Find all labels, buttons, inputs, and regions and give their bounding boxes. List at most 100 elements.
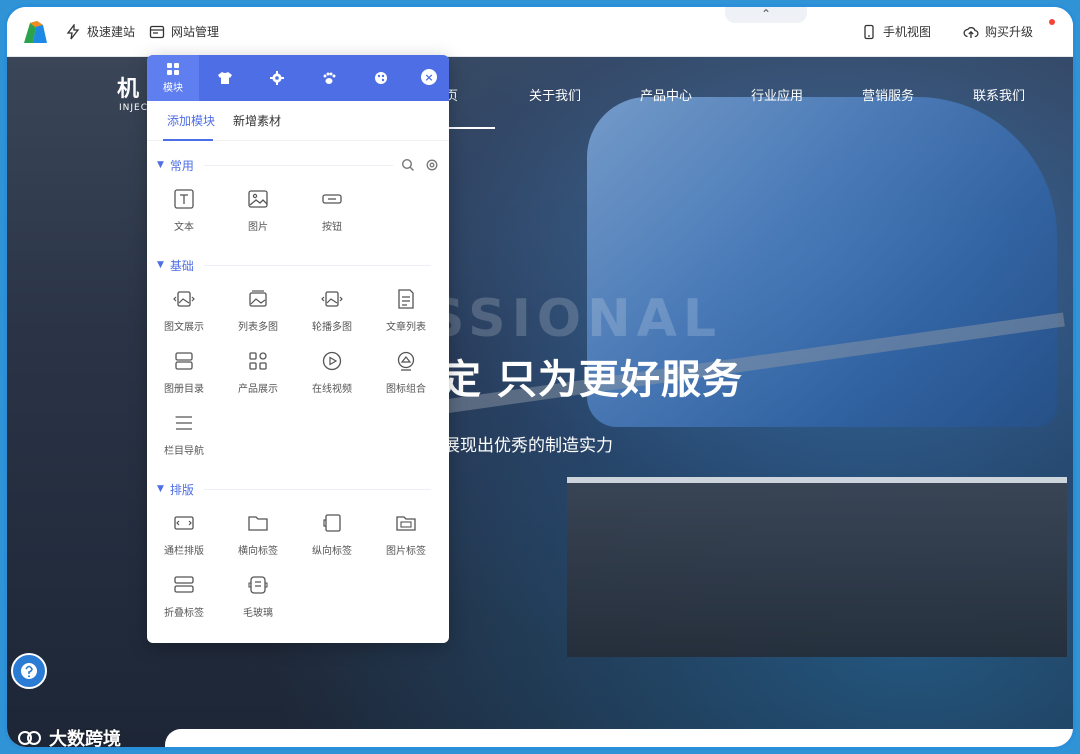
- module-frosted[interactable]: 毛玻璃: [221, 565, 295, 627]
- video-icon: [322, 351, 342, 370]
- upgrade-button[interactable]: 购买升级: [963, 23, 1033, 40]
- product-icon: [249, 351, 267, 370]
- hero-image-base: [567, 477, 1067, 657]
- quick-build-button[interactable]: 极速建站: [65, 23, 135, 40]
- hero-subtitle[interactable]: 展现出优秀的制造实力: [443, 431, 613, 456]
- button-icon: [322, 193, 342, 204]
- site-nav-about[interactable]: 关于我们: [529, 85, 581, 104]
- tab-theme[interactable]: [199, 55, 251, 101]
- module-fold-tab[interactable]: 折叠标签: [147, 565, 221, 627]
- cloud-upload-icon: [963, 26, 979, 38]
- section-common[interactable]: ▼ 常用: [147, 151, 449, 179]
- help-button[interactable]: [11, 653, 47, 689]
- module-button[interactable]: 按钮: [295, 179, 369, 241]
- fold-tab-icon: [174, 575, 194, 593]
- close-icon: ×: [424, 70, 434, 84]
- module-fullwidth[interactable]: 通栏排版: [147, 503, 221, 565]
- section-divider: [203, 264, 431, 266]
- subtab-new-asset[interactable]: 新增素材: [233, 112, 281, 129]
- text-icon: [174, 188, 194, 209]
- module-image-tab[interactable]: 图片标签: [369, 503, 443, 565]
- image-icon: [248, 189, 268, 208]
- module-carousel[interactable]: 轮播多图: [295, 279, 369, 341]
- phone-icon: [864, 24, 874, 39]
- module-label: 折叠标签: [164, 607, 204, 619]
- quick-build-label: 极速建站: [87, 25, 136, 39]
- module-catalog[interactable]: 图册目录: [147, 341, 221, 403]
- site-manage-button[interactable]: 网站管理: [149, 23, 219, 40]
- module-text[interactable]: 文本: [147, 179, 221, 241]
- bottom-watermark: 大数跨境: [17, 725, 121, 750]
- hero-title[interactable]: 定 只为更好服务: [441, 347, 743, 405]
- section-divider: [203, 164, 393, 166]
- horizontal-tab-icon: [248, 515, 268, 531]
- module-horizontal-tab[interactable]: 横向标签: [221, 503, 295, 565]
- module-product[interactable]: 产品展示: [221, 341, 295, 403]
- module-column-nav[interactable]: 栏目导航: [147, 403, 221, 465]
- palette-icon: [375, 72, 387, 84]
- list-images-icon: [249, 289, 267, 307]
- module-video[interactable]: 在线视频: [295, 341, 369, 403]
- module-label: 轮播多图: [312, 321, 352, 333]
- settings-icon[interactable]: [425, 158, 439, 172]
- subtab-add-module[interactable]: 添加模块: [167, 112, 215, 129]
- module-label: 列表多图: [238, 321, 278, 333]
- module-label: 产品展示: [238, 383, 278, 395]
- lightning-icon: [66, 23, 80, 39]
- module-label: 图文展示: [164, 321, 204, 333]
- catalog-icon: [175, 351, 193, 370]
- tab-settings[interactable]: [251, 55, 303, 101]
- caret-down-icon: ▼: [157, 160, 164, 170]
- app-window: 极速建站 网站管理 ⌃ 手机视图 购买升级 机 INJEC 页 关于我们 产品中…: [4, 4, 1076, 750]
- module-list-images[interactable]: 列表多图: [221, 279, 295, 341]
- section-layout-title: 排版: [169, 482, 194, 497]
- module-image-text[interactable]: 图文展示: [147, 279, 221, 341]
- icon-combo-icon: [397, 351, 415, 371]
- module-label: 图册目录: [164, 383, 204, 395]
- close-panel-button[interactable]: ×: [421, 69, 437, 85]
- grid-icon: [167, 63, 179, 75]
- module-article-list[interactable]: 文章列表: [369, 279, 443, 341]
- site-nav-products[interactable]: 产品中心: [640, 85, 692, 104]
- mobile-view-button[interactable]: 手机视图: [861, 23, 931, 40]
- tab-modules[interactable]: 模块: [147, 55, 199, 101]
- upgrade-label: 购买升级: [984, 25, 1033, 39]
- module-label: 文章列表: [386, 321, 426, 333]
- image-text-icon: [173, 290, 195, 307]
- module-vertical-tab[interactable]: 纵向标签: [295, 503, 369, 565]
- module-icon-combo[interactable]: 图标组合: [369, 341, 443, 403]
- collapse-toolbar-button[interactable]: ⌃: [725, 7, 807, 23]
- module-list[interactable]: ▼ 常用 文本 图片 按钮 ▼ 基础 图文展示 列表多图 轮播多图 文章列表 图…: [147, 141, 449, 643]
- section-divider: [203, 488, 431, 490]
- help-bubble-icon: [21, 663, 37, 679]
- bottom-watermark-text: 大数跨境: [49, 729, 121, 750]
- module-label: 在线视频: [312, 383, 352, 395]
- section-basic[interactable]: ▼ 基础: [147, 251, 449, 279]
- chevron-up-icon: ⌃: [760, 7, 772, 21]
- subtab-active-indicator: [163, 139, 213, 141]
- column-nav-icon: [175, 415, 192, 430]
- next-section-edge: [165, 729, 1073, 747]
- fullwidth-icon: [174, 515, 194, 530]
- site-nav-contact[interactable]: 联系我们: [973, 85, 1025, 104]
- site-nav-marketing[interactable]: 营销服务: [862, 85, 914, 104]
- caret-down-icon: ▼: [157, 260, 164, 270]
- module-image[interactable]: 图片: [221, 179, 295, 241]
- builder-toolbar: 极速建站 网站管理 ⌃ 手机视图 购买升级: [7, 7, 1073, 57]
- search-icon[interactable]: [401, 158, 415, 172]
- module-label: 文本: [174, 221, 194, 233]
- tab-style[interactable]: [355, 55, 407, 101]
- carousel-icon: [321, 290, 343, 307]
- common-modules-grid: 文本 图片 按钮: [147, 179, 449, 241]
- app-logo-icon[interactable]: [21, 17, 51, 47]
- caret-down-icon: ▼: [157, 484, 164, 494]
- module-label: 图片: [248, 221, 268, 233]
- site-nav-industry[interactable]: 行业应用: [751, 85, 803, 104]
- site-manage-label: 网站管理: [171, 25, 220, 39]
- tab-modules-label: 模块: [163, 83, 183, 94]
- module-label: 横向标签: [238, 545, 278, 557]
- section-layout[interactable]: ▼ 排版: [147, 475, 449, 503]
- image-tab-icon: [396, 515, 416, 531]
- tab-plugins[interactable]: [303, 55, 355, 101]
- basic-modules-grid: 图文展示 列表多图 轮播多图 文章列表 图册目录 产品展示 在线视频 图标组合 …: [147, 279, 449, 465]
